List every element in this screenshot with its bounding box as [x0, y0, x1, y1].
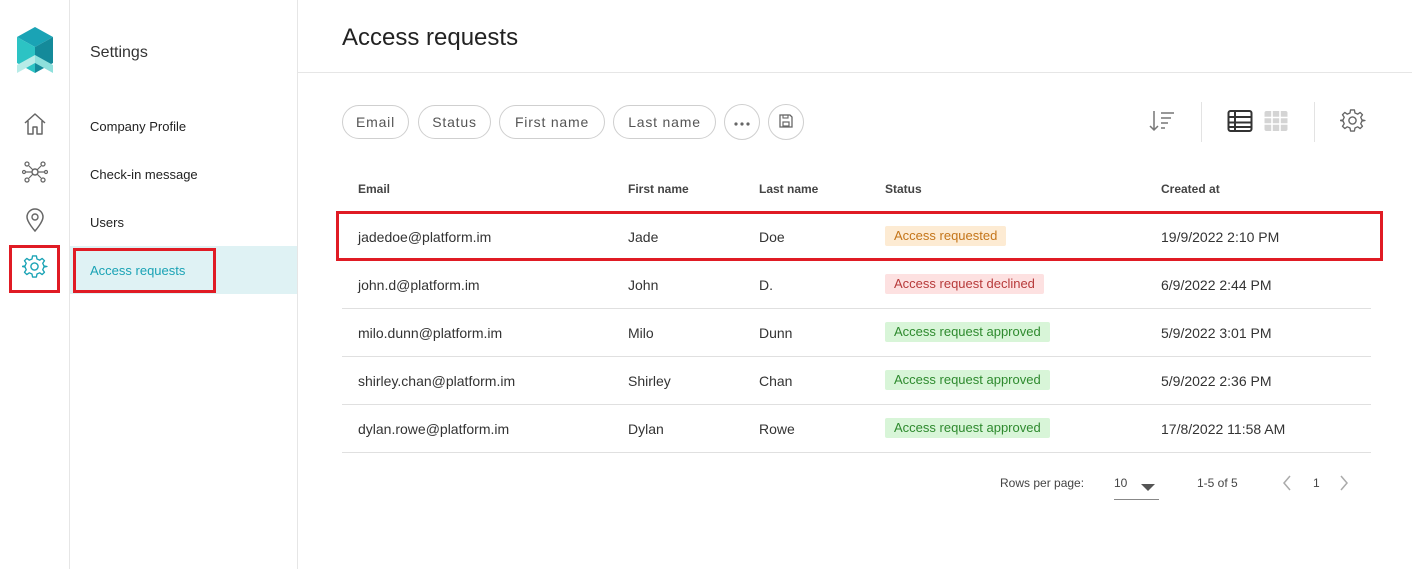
pagination-range: 1-5 of 5 [1197, 476, 1238, 490]
sort-button[interactable] [1147, 108, 1177, 138]
status-badge: Access request approved [885, 322, 1050, 342]
cell-first-name: Milo [628, 325, 654, 341]
rail-location-button[interactable] [13, 202, 57, 242]
filter-first-name-chip[interactable]: First name [499, 105, 605, 139]
page-header: Access requests [298, 0, 1412, 73]
previous-page-button[interactable] [1281, 474, 1297, 494]
sidebar-item-check-in-message[interactable]: Check-in message [70, 150, 297, 198]
rail-network-button[interactable] [13, 154, 57, 194]
rows-per-page-label: Rows per page: [1000, 476, 1085, 490]
rail-home-button[interactable] [13, 106, 57, 146]
column-header-status[interactable]: Status [885, 182, 922, 196]
status-badge: Access requested [885, 226, 1007, 246]
cell-last-name: Dunn [759, 325, 793, 341]
table-row[interactable]: john.d@platform.im John D. Access reques… [342, 261, 1371, 309]
cell-email: john.d@platform.im [358, 277, 480, 293]
rows-per-page-select[interactable]: 10 [1114, 468, 1159, 500]
column-header-last-name[interactable]: Last name [759, 182, 818, 196]
gear-icon [20, 254, 48, 285]
sidebar-item-access-requests[interactable]: Access requests [70, 246, 297, 294]
chevron-down-icon [1141, 479, 1155, 497]
grid-view-icon [1263, 109, 1289, 138]
location-pin-icon [22, 207, 48, 238]
icon-rail [0, 0, 70, 569]
table-row[interactable]: jadedoe@platform.im Jade Doe Access requ… [342, 213, 1371, 261]
main-content: Access requests Email Status First name … [298, 0, 1412, 569]
cell-created-at: 5/9/2022 2:36 PM [1161, 373, 1272, 389]
toolbar-divider [1314, 102, 1315, 142]
chevron-left-icon [1281, 475, 1293, 496]
filter-email-chip[interactable]: Email [342, 105, 409, 139]
gear-icon [1339, 108, 1366, 139]
rows-per-page-value: 10 [1114, 476, 1128, 490]
column-header-email[interactable]: Email [358, 182, 390, 196]
cell-last-name: D. [759, 277, 773, 293]
page-title: Access requests [342, 24, 519, 51]
sidebar-item-users[interactable]: Users [70, 198, 297, 246]
rail-settings-button[interactable] [9, 245, 60, 293]
more-filters-button[interactable] [724, 104, 760, 140]
cell-email: jadedoe@platform.im [358, 229, 492, 245]
settings-sidebar: Settings Company Profile Check-in messag… [70, 0, 298, 569]
cell-created-at: 5/9/2022 3:01 PM [1161, 325, 1272, 341]
cell-last-name: Chan [759, 373, 793, 389]
table-row[interactable]: shirley.chan@platform.im Shirley Chan Ac… [342, 357, 1371, 405]
cell-last-name: Rowe [759, 421, 795, 437]
cell-email: dylan.rowe@platform.im [358, 421, 510, 437]
cell-first-name: Shirley [628, 373, 671, 389]
chevron-right-icon [1338, 475, 1350, 496]
save-icon [778, 113, 794, 132]
table-settings-button[interactable] [1338, 108, 1368, 138]
cell-first-name: Jade [628, 229, 659, 245]
filter-last-name-chip[interactable]: Last name [613, 105, 716, 139]
cell-last-name: Doe [759, 229, 785, 245]
column-header-first-name[interactable]: First name [628, 182, 689, 196]
next-page-button[interactable] [1338, 474, 1354, 494]
cell-first-name: Dylan [628, 421, 664, 437]
cell-email: milo.dunn@platform.im [358, 325, 503, 341]
cell-created-at: 17/8/2022 11:58 AM [1161, 421, 1286, 437]
current-page: 1 [1313, 476, 1320, 490]
sidebar-title: Settings [90, 44, 148, 61]
status-badge: Access request approved [885, 418, 1050, 438]
cell-email: shirley.chan@platform.im [358, 373, 516, 389]
table-row[interactable]: milo.dunn@platform.im Milo Dunn Access r… [342, 309, 1371, 357]
ellipsis-icon [733, 114, 751, 130]
app-logo-icon[interactable] [17, 27, 53, 75]
status-badge: Access request declined [885, 274, 1044, 294]
grid-view-button[interactable] [1261, 108, 1291, 138]
home-icon [22, 111, 48, 142]
list-view-icon [1227, 109, 1253, 138]
filter-status-chip[interactable]: Status [418, 105, 491, 139]
toolbar-divider [1201, 102, 1202, 142]
sidebar-item-company-profile[interactable]: Company Profile [70, 102, 297, 150]
status-badge: Access request approved [885, 370, 1050, 390]
list-view-button[interactable] [1225, 108, 1255, 138]
sort-icon [1148, 108, 1176, 139]
save-filters-button[interactable] [768, 104, 804, 140]
table-row[interactable]: dylan.rowe@platform.im Dylan Rowe Access… [342, 405, 1371, 453]
column-header-created-at[interactable]: Created at [1161, 182, 1220, 196]
cell-created-at: 6/9/2022 2:44 PM [1161, 277, 1272, 293]
cell-created-at: 19/9/2022 2:10 PM [1161, 229, 1280, 245]
cell-first-name: John [628, 277, 659, 293]
network-icon [21, 159, 49, 190]
